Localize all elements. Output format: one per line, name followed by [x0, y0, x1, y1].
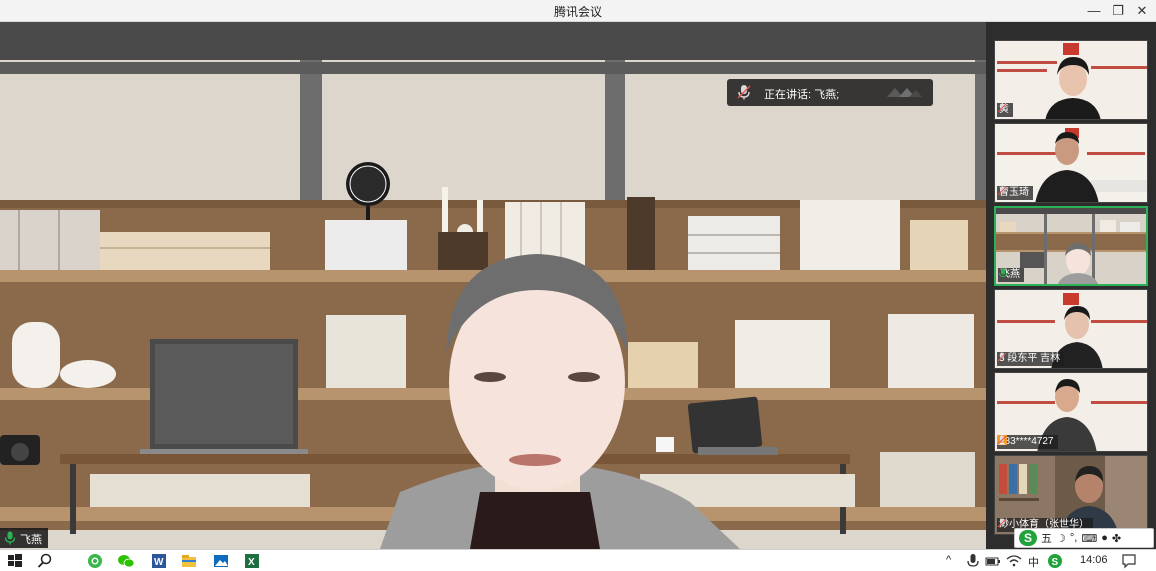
participant-label: 曹玉琦 [997, 186, 1033, 200]
participant-tile[interactable]: 133****4727 [994, 372, 1148, 452]
battery-icon[interactable] [984, 552, 1002, 570]
mic-muted-icon [997, 103, 1007, 113]
svg-text:S: S [1052, 557, 1059, 568]
notification-icon[interactable] [1120, 552, 1138, 570]
mic-muted-icon [997, 518, 1007, 528]
excel-icon[interactable]: X [243, 552, 261, 570]
participant-tile[interactable]: 渺小体育（张世华） [994, 455, 1148, 535]
participant-tile[interactable]: 3 段东平 吉林 [994, 289, 1148, 369]
participant-panel: 黄 曹玉琦 飞燕 3 段东平 吉林 133****4727 渺小体育（张世华） [986, 22, 1156, 549]
microphone-icon [999, 268, 1007, 278]
microphone-icon [4, 531, 16, 545]
participant-label: 3 段东平 吉林 [997, 352, 1065, 366]
sogou-tray-icon[interactable]: S [1046, 552, 1064, 570]
main-speaker-label: 飞燕 [0, 528, 48, 548]
start-icon[interactable] [6, 552, 24, 570]
participant-label: 黄 [997, 103, 1013, 117]
speaking-text: 正在讲话: 飞燕; [764, 89, 840, 101]
user-icon[interactable]: ● [1101, 532, 1108, 544]
close-icon[interactable]: ✕ [1128, 0, 1156, 22]
apps-icon[interactable]: ✤ [1112, 532, 1121, 545]
wechat-alt-icon[interactable] [86, 552, 104, 570]
sogou-logo-icon[interactable]: S [1019, 530, 1037, 546]
mic-muted-icon [997, 435, 1007, 445]
microphone-icon[interactable] [964, 552, 982, 570]
file-explorer-icon[interactable] [180, 552, 198, 570]
wifi-icon[interactable] [1005, 552, 1023, 570]
microphone-icon [737, 85, 751, 100]
taskbar: W X ^ 中 S 14:06 [0, 549, 1156, 571]
svg-text:W: W [154, 557, 164, 568]
signal-icon [887, 88, 922, 97]
participant-tile[interactable]: 黄 [994, 40, 1148, 120]
photos-icon[interactable] [212, 552, 230, 570]
window-title: 腾讯会议 [553, 5, 602, 19]
participant-label: 133****4727 [997, 435, 1058, 449]
participant-tile[interactable]: 曹玉琦 [994, 123, 1148, 203]
wechat-icon[interactable] [117, 552, 135, 570]
keyboard-icon[interactable]: ⌨ [1081, 532, 1097, 545]
participant-name: 133****4727 [999, 436, 1054, 447]
word-icon[interactable]: W [150, 552, 168, 570]
tile-video [995, 41, 1147, 119]
mic-muted-icon [997, 186, 1007, 196]
main-speaker-name: 飞燕 [20, 534, 42, 546]
participant-label: 飞燕 [998, 268, 1024, 282]
punctuation-icon[interactable]: °, [1070, 532, 1077, 544]
search-icon[interactable] [36, 552, 54, 570]
title-bar: 腾讯会议 — ❐ ✕ [0, 0, 1156, 22]
participant-name: 3 段东平 吉林 [999, 353, 1061, 364]
participant-tile-active[interactable]: 飞燕 [994, 206, 1148, 286]
svg-text:X: X [248, 557, 255, 568]
speaking-banner: 正在讲话: 飞燕; [727, 79, 933, 106]
ime-mode[interactable]: 五 [1041, 530, 1052, 546]
chevron-up-icon[interactable]: ^ [946, 554, 951, 566]
ime-toolbar[interactable]: S 五 ☽ °, ⌨ ● ✤ [1014, 528, 1154, 548]
input-language[interactable]: 中 [1028, 554, 1039, 570]
clock[interactable]: 14:06 [1080, 554, 1108, 566]
moon-icon[interactable]: ☽ [1056, 532, 1066, 545]
mic-muted-icon [997, 352, 1007, 362]
main-video[interactable]: 正在讲话: 飞燕; [0, 22, 986, 549]
